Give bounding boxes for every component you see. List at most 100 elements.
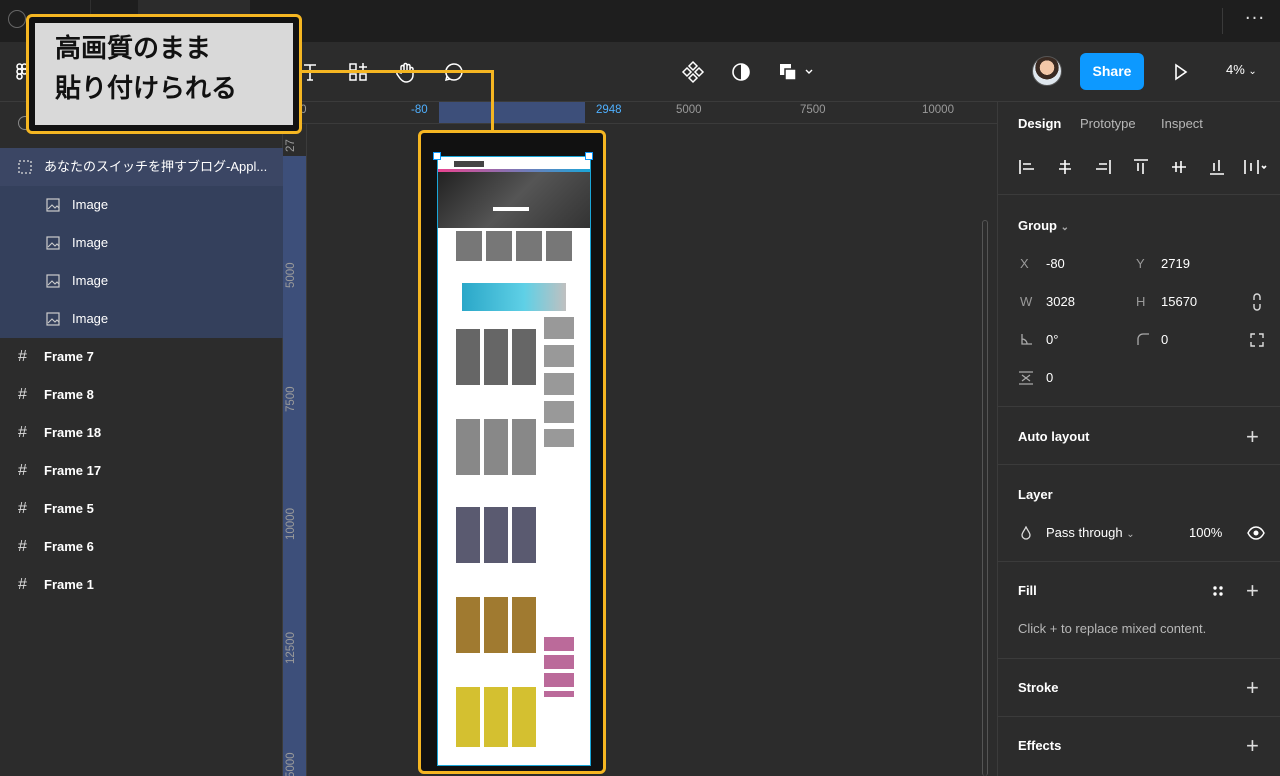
align-right-icon[interactable]: [1092, 156, 1114, 178]
mask-icon[interactable]: [727, 58, 755, 86]
layer-image[interactable]: Image: [0, 224, 283, 262]
ruler-tick: 5000: [285, 262, 297, 288]
divider: [998, 716, 1280, 717]
align-top-icon[interactable]: [1130, 156, 1152, 178]
w-input[interactable]: 3028: [1046, 294, 1075, 309]
frame-hash-icon: #: [18, 538, 27, 555]
add-stroke-icon[interactable]: +: [1246, 677, 1259, 699]
divider: [998, 464, 1280, 465]
present-play-icon[interactable]: [1166, 58, 1194, 86]
frame-hash-icon: #: [18, 424, 27, 441]
frame-hash-icon: #: [18, 462, 27, 479]
auto-layout-title: Auto layout: [1018, 429, 1090, 444]
y-input[interactable]: 2719: [1161, 256, 1190, 271]
zoom-value: 4%: [1226, 62, 1245, 77]
layer-frame[interactable]: # Frame 1: [0, 566, 283, 604]
divider: [998, 194, 1280, 195]
layer-image-label: Image: [72, 273, 109, 288]
add-effect-icon[interactable]: +: [1246, 735, 1259, 757]
y-label: Y: [1136, 256, 1145, 271]
canvas[interactable]: [308, 124, 997, 776]
spacing-input[interactable]: 0: [1046, 370, 1053, 385]
image-icon: [46, 198, 60, 212]
boolean-ops-icon[interactable]: [776, 58, 820, 86]
fill-styles-grid-icon[interactable]: [1211, 584, 1225, 598]
align-vertical-center-icon[interactable]: [1168, 156, 1190, 178]
h-label: H: [1136, 294, 1146, 309]
callout-box: 高画質のまま 貼り付けられる: [26, 14, 302, 134]
w-label: W: [1020, 294, 1033, 309]
ruler-selection-highlight: [439, 102, 585, 123]
layer-frame[interactable]: # Frame 6: [0, 528, 283, 566]
x-input[interactable]: -80: [1046, 256, 1065, 271]
align-left-icon[interactable]: [1016, 156, 1038, 178]
ruler-tick: 12500: [285, 632, 297, 664]
radius-input[interactable]: 0: [1161, 332, 1168, 347]
layer-group[interactable]: あなたのスイッチを押すブログ-Appl...: [0, 148, 283, 186]
thumb-banner: [462, 283, 566, 311]
ruler-tick: 5000: [676, 104, 702, 116]
layers-panel: あなたのスイッチを押すブログ-Appl... Image Image Image…: [0, 102, 283, 776]
ruler-selection-highlight: [283, 156, 306, 776]
layer-frame[interactable]: # Frame 8: [0, 376, 283, 414]
thumb-grid: [456, 329, 536, 385]
layer-frame-label: Frame 1: [44, 577, 94, 592]
group-section-title[interactable]: Group ⌄: [1018, 218, 1069, 233]
image-icon: [46, 274, 60, 288]
effects-title: Effects: [1018, 738, 1062, 753]
chevron-down-icon: ⌄: [1126, 529, 1135, 540]
avatar[interactable]: [1032, 56, 1062, 86]
callout-text: 高画質のまま 貼り付けられる: [35, 23, 293, 125]
rotation-input[interactable]: 0°: [1046, 332, 1058, 347]
eye-visibility-icon[interactable]: [1247, 526, 1265, 540]
components-icon[interactable]: [679, 58, 707, 86]
opacity-input[interactable]: 100%: [1189, 525, 1222, 540]
ruler-vertical: 27 5000 7500 10000 12500 5000: [283, 124, 307, 776]
tab-design[interactable]: Design: [1018, 116, 1061, 131]
layer-frame[interactable]: # Frame 18: [0, 414, 283, 452]
fill-title: Fill: [1018, 583, 1037, 598]
resize-handle[interactable]: [585, 152, 593, 160]
callout-line: 高画質のまま: [55, 34, 212, 64]
layer-frame-label: Frame 7: [44, 349, 94, 364]
fill-hint: Click + to replace mixed content.: [1018, 621, 1207, 636]
pasted-page-image[interactable]: [437, 156, 591, 766]
layer-image[interactable]: Image: [0, 186, 283, 224]
align-bottom-icon[interactable]: [1206, 156, 1228, 178]
group-title: Group: [1018, 218, 1057, 233]
image-icon: [46, 236, 60, 250]
constrain-proportions-icon[interactable]: [1250, 292, 1264, 312]
more-options-icon[interactable]: ···: [1240, 8, 1270, 34]
callout-connector: [491, 70, 494, 132]
thumb-sidebar: [544, 317, 574, 447]
layer-group-label: あなたのスイッチを押すブログ-Appl...: [44, 159, 268, 174]
x-label: X: [1020, 256, 1029, 271]
canvas-scrollbar[interactable]: [982, 220, 988, 776]
zoom-level[interactable]: 4% ⌄: [1226, 62, 1257, 77]
tab-inspect[interactable]: Inspect: [1161, 116, 1203, 131]
ruler-tick: 5000: [285, 752, 297, 776]
ruler-horizontal: 2500 -80 2948 5000 7500 10000: [283, 102, 997, 124]
layer-frame[interactable]: # Frame 17: [0, 452, 283, 490]
chevron-down-icon: ⌄: [1060, 222, 1070, 233]
frame-hash-icon: #: [18, 576, 27, 593]
thumb-sidebar: [544, 637, 574, 697]
h-input[interactable]: 15670: [1161, 294, 1197, 309]
layer-image[interactable]: Image: [0, 300, 283, 338]
independent-corners-icon[interactable]: [1249, 332, 1265, 348]
distribute-spacing-icon[interactable]: [1242, 156, 1272, 178]
resize-handle[interactable]: [433, 152, 441, 160]
add-fill-icon[interactable]: +: [1246, 580, 1259, 602]
tab-prototype[interactable]: Prototype: [1080, 116, 1136, 131]
layer-frame[interactable]: # Frame 5: [0, 490, 283, 528]
add-auto-layout-icon[interactable]: +: [1246, 426, 1259, 448]
share-button[interactable]: Share: [1080, 53, 1144, 90]
divider: [998, 561, 1280, 562]
layer-frame[interactable]: # Frame 7: [0, 338, 283, 376]
layer-frame-label: Frame 5: [44, 501, 94, 516]
ruler-tick-selected: 2948: [596, 104, 622, 116]
layer-image[interactable]: Image: [0, 262, 283, 300]
blend-mode-select[interactable]: Pass through ⌄: [1046, 525, 1135, 540]
home-icon[interactable]: [8, 10, 26, 28]
align-horizontal-center-icon[interactable]: [1054, 156, 1076, 178]
